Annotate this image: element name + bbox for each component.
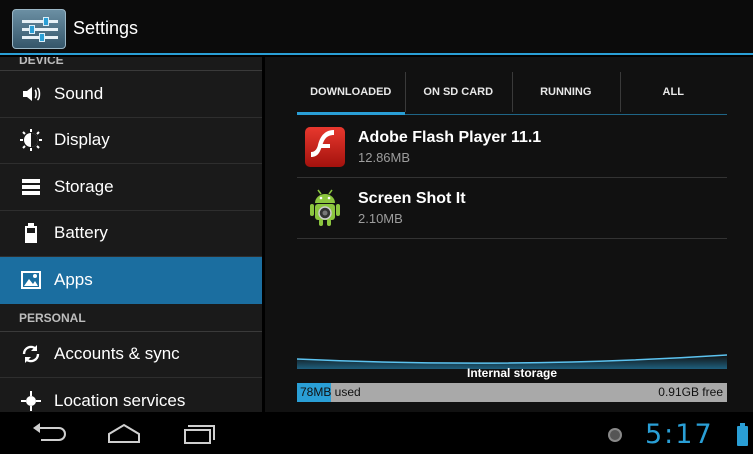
sidebar-item-apps[interactable]: Apps [0, 257, 262, 304]
action-bar: Settings [0, 0, 753, 55]
system-nav-bar: 5:17 [0, 412, 753, 454]
storage-used-text: 78MB used [300, 385, 361, 399]
settings-sidebar: DEVICE Sound Display Storage Battery App… [0, 57, 262, 412]
sidebar-item-label: Location services [54, 390, 186, 410]
battery-status-icon[interactable] [737, 423, 748, 446]
sidebar-item-sound[interactable]: Sound [0, 71, 262, 118]
battery-icon [20, 222, 42, 244]
sidebar-item-label: Accounts & sync [54, 344, 180, 364]
app-size: 2.10MB [358, 211, 403, 226]
sidebar-item-label: Battery [54, 223, 108, 243]
sidebar-item-label: Sound [54, 83, 104, 103]
clock[interactable]: 5:17 [645, 419, 714, 450]
list-item[interactable]: Adobe Flash Player 11.1 12.86MB [297, 117, 727, 178]
tab-on-sd-card[interactable]: ON SD CARD [404, 69, 513, 115]
section-header-personal: PERSONAL [0, 304, 262, 332]
tab-underline [297, 114, 727, 115]
settings-sliders-icon[interactable] [12, 9, 66, 49]
app-name: Screen Shot It [358, 190, 466, 207]
app-name: Adobe Flash Player 11.1 [358, 129, 542, 146]
back-icon[interactable] [29, 420, 69, 446]
tab-downloaded[interactable]: DOWNLOADED [297, 69, 405, 115]
home-icon[interactable] [104, 420, 144, 446]
storage-free-text: 0.91GB free [658, 385, 723, 399]
sidebar-item-accounts-sync[interactable]: Accounts & sync [0, 332, 262, 378]
app-size: 12.86MB [358, 150, 411, 165]
location-icon [20, 390, 42, 412]
sidebar-item-battery[interactable]: Battery [0, 211, 262, 257]
sidebar-item-storage[interactable]: Storage [0, 164, 262, 211]
notification-icon[interactable] [608, 428, 622, 442]
sidebar-item-location[interactable]: Location services [0, 378, 262, 412]
section-header-device: DEVICE [0, 57, 262, 71]
storage-label: Internal storage [466, 366, 558, 380]
android-app-icon [303, 186, 347, 230]
storage-bar: 78MB used 0.91GB free [297, 383, 727, 402]
storage-meter: Internal storage 78MB used 0.91GB free [297, 353, 727, 405]
tab-bar: DOWNLOADED ON SD CARD RUNNING ALL [297, 69, 727, 115]
sidebar-item-label: Apps [54, 269, 93, 289]
sync-icon [20, 343, 42, 365]
sidebar-item-label: Display [54, 130, 110, 150]
tab-all[interactable]: ALL [619, 69, 728, 115]
apps-pane: DOWNLOADED ON SD CARD RUNNING ALL Adobe … [265, 57, 753, 412]
app-list: Adobe Flash Player 11.1 12.86MB Screen S… [297, 117, 727, 239]
flash-player-icon [303, 125, 347, 169]
sidebar-item-label: Storage [54, 176, 114, 196]
list-item[interactable]: Screen Shot It 2.10MB [297, 178, 727, 239]
recent-apps-icon[interactable] [180, 420, 220, 446]
tab-running[interactable]: RUNNING [512, 69, 620, 115]
apps-icon [20, 269, 42, 291]
brightness-icon [20, 129, 42, 152]
storage-icon [20, 176, 42, 198]
speaker-icon [20, 83, 42, 105]
page-title: Settings [73, 18, 139, 38]
sidebar-item-display[interactable]: Display [0, 118, 262, 164]
